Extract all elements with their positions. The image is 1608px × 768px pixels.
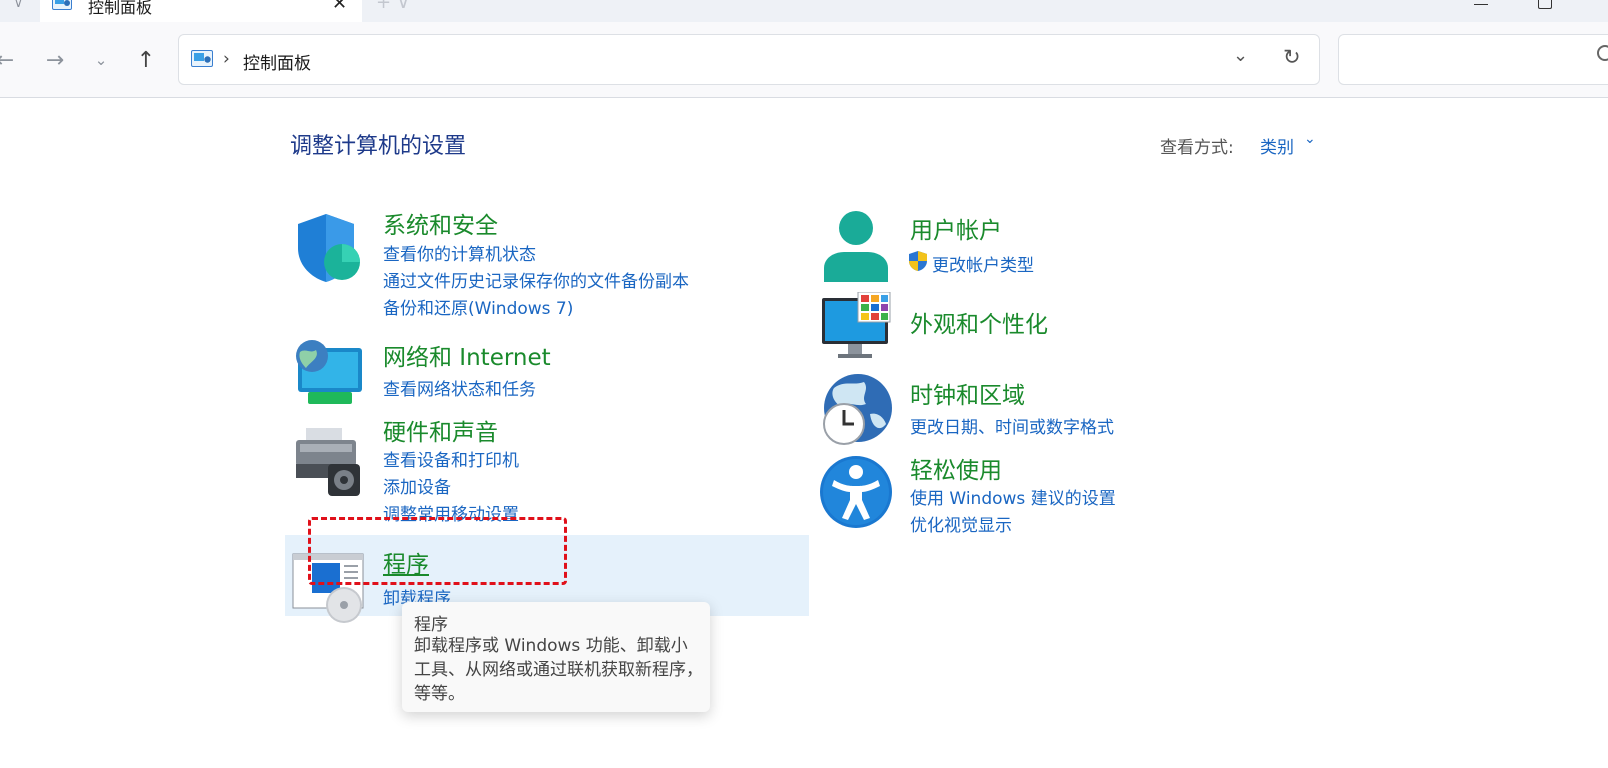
address-dropdown-icon[interactable]: ⌄ [1233,45,1248,66]
view-by-chevron-icon[interactable]: ⌄ [1304,131,1316,147]
tooltip-programs: 程序 卸载程序或 Windows 功能、卸载小工具、从网络或通过联机获取新程序，… [402,602,710,712]
category-title-system-security[interactable]: 系统和安全 [383,206,498,240]
category-title-clock-region[interactable]: 时钟和区域 [910,376,1025,410]
title-bar: ∨ 控制面板 ✕ + ∨ [0,0,1608,22]
link-view-computer-status[interactable]: 查看你的计算机状态 [383,240,536,265]
category-title-hardware-sound[interactable]: 硬件和声音 [383,413,498,447]
search-icon[interactable] [1597,45,1608,61]
category-title-ease-of-access[interactable]: 轻松使用 [910,451,1002,485]
up-button[interactable]: ↑ [131,46,161,74]
printer-icon[interactable] [292,424,364,496]
user-icon[interactable] [820,210,892,282]
forward-button[interactable]: → [40,46,70,74]
control-panel-icon [191,50,213,67]
link-change-date-time[interactable]: 更改日期、时间或数字格式 [910,413,1114,438]
new-tab-button[interactable]: + ∨ [376,0,410,13]
clock-globe-icon[interactable] [820,374,892,446]
accessibility-icon[interactable] [820,456,892,528]
link-add-device[interactable]: 添加设备 [383,473,451,498]
maximize-button[interactable] [1538,0,1552,9]
link-change-account-type[interactable]: 更改帐户类型 [932,251,1034,276]
tooltip-body: 卸载程序或 Windows 功能、卸载小工具、从网络或通过联机获取新程序，等等。 [414,636,703,704]
link-file-history-backup[interactable]: 通过文件历史记录保存你的文件备份副本 [383,267,689,292]
breadcrumb-control-panel[interactable]: 控制面板 [243,49,311,74]
link-recommended-settings[interactable]: 使用 Windows 建议的设置 [910,484,1116,509]
category-title-network-internet[interactable]: 网络和 Internet [383,338,551,372]
link-backup-restore[interactable]: 备份和还原(Windows 7) [383,294,573,319]
link-optimize-display[interactable]: 优化视觉显示 [910,511,1012,536]
tooltip-title: 程序 [414,615,448,635]
search-box[interactable] [1338,34,1608,85]
breadcrumb-separator: › [223,49,230,69]
category-title-appearance[interactable]: 外观和个性化 [910,305,1048,339]
control-panel-icon [52,0,72,10]
navigation-bar: ← → ⌄ ↑ › 控制面板 ⌄ ↻ [0,22,1608,98]
monitor-icon[interactable] [820,292,892,364]
link-devices-printers[interactable]: 查看设备和打印机 [383,446,519,471]
chevron-down-icon: ∨ [14,0,23,10]
tab-list-button[interactable]: ∨ [0,0,36,22]
globe-network-icon[interactable] [292,338,364,410]
tab-control-panel[interactable]: 控制面板 ✕ [40,0,362,22]
search-input[interactable] [1349,45,1569,75]
view-by-label: 查看方式: [1160,138,1234,158]
tab-title: 控制面板 [88,0,153,17]
page-title: 调整计算机的设置 [290,134,467,159]
view-by-dropdown[interactable]: 类别 [1260,133,1294,158]
close-tab-icon[interactable]: ✕ [332,0,347,14]
refresh-icon[interactable]: ↻ [1283,45,1301,69]
category-title-user-accounts[interactable]: 用户帐户 [910,211,1002,245]
address-bar[interactable]: › 控制面板 ⌄ ↻ [178,34,1320,85]
link-network-status[interactable]: 查看网络状态和任务 [383,375,536,400]
shield-icon[interactable] [292,212,364,284]
annotation-highlight-box [308,517,567,585]
minimize-button[interactable] [1474,4,1488,5]
back-button[interactable]: ← [0,46,20,74]
recent-locations-button[interactable]: ⌄ [86,46,116,74]
uac-shield-icon [909,251,927,271]
